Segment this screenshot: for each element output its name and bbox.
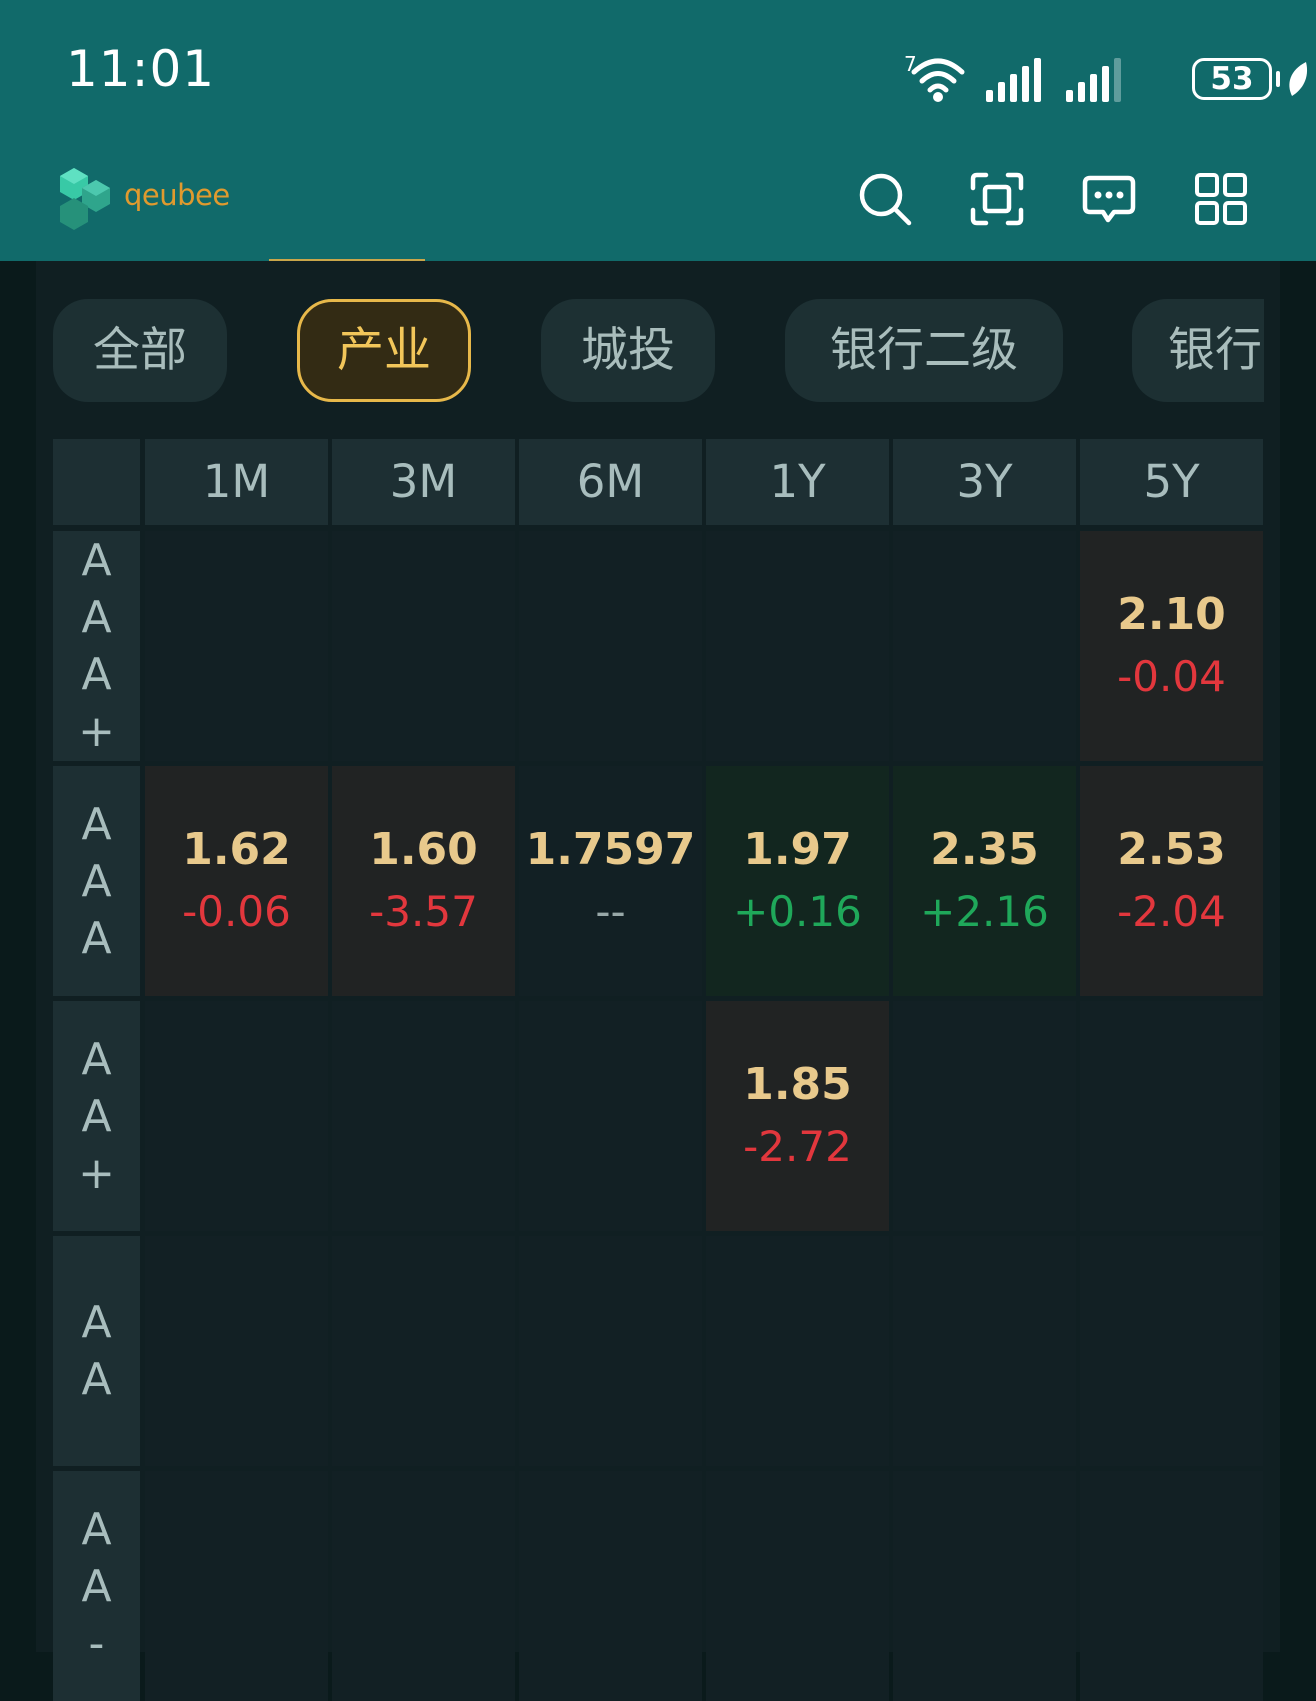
matrix-cell[interactable]: 1.85 -2.72 bbox=[706, 1001, 889, 1231]
matrix-cell[interactable]: 2.35 +2.16 bbox=[893, 766, 1076, 996]
grid-icon[interactable] bbox=[1194, 172, 1248, 226]
cell-change: -2.72 bbox=[743, 1122, 852, 1171]
cell-value: 1.60 bbox=[369, 824, 478, 875]
cell-value: 1.62 bbox=[182, 824, 291, 875]
matrix-cell bbox=[893, 1001, 1076, 1231]
signal-1-icon bbox=[986, 58, 1041, 102]
row-label-aaa: A A A bbox=[53, 766, 140, 996]
matrix-cell bbox=[332, 1236, 515, 1466]
matrix-cell[interactable]: 1.60 -3.57 bbox=[332, 766, 515, 996]
col-header-6m: 6M bbox=[519, 439, 702, 525]
cell-change: -2.04 bbox=[1117, 887, 1226, 936]
search-icon[interactable] bbox=[858, 172, 912, 226]
col-header-5y: 5Y bbox=[1080, 439, 1263, 525]
row-label-aaa-plus: A A A + bbox=[53, 531, 140, 761]
matrix-cell bbox=[519, 531, 702, 761]
battery-nub bbox=[1276, 71, 1280, 87]
matrix-cell bbox=[519, 1471, 702, 1701]
matrix-corner bbox=[53, 439, 140, 525]
row-label-aa-minus: A A - bbox=[53, 1471, 140, 1701]
row-label-text: A A - bbox=[81, 1503, 112, 1669]
status-time: 11:01 bbox=[66, 40, 216, 98]
matrix-cell[interactable]: 2.53 -2.04 bbox=[1080, 766, 1263, 996]
matrix-cell bbox=[706, 531, 889, 761]
chip-bank-tier2[interactable]: 银行二级 bbox=[785, 299, 1063, 402]
matrix-cell bbox=[893, 1236, 1076, 1466]
message-icon[interactable] bbox=[1082, 172, 1136, 226]
matrix-cell bbox=[332, 1001, 515, 1231]
chip-bank[interactable]: 银行 bbox=[1132, 299, 1264, 402]
row-label-aa: A A bbox=[53, 1236, 140, 1466]
qeubee-logo-icon bbox=[60, 168, 110, 230]
cell-change: +2.16 bbox=[920, 887, 1049, 936]
matrix-cell bbox=[145, 1236, 328, 1466]
matrix-cell bbox=[893, 531, 1076, 761]
matrix-cell bbox=[332, 1471, 515, 1701]
cell-change: +0.16 bbox=[733, 887, 862, 936]
logo-text: qeubee bbox=[124, 178, 230, 212]
wifi-icon bbox=[911, 58, 965, 102]
cell-value: 1.97 bbox=[743, 824, 852, 875]
cell-change: -3.57 bbox=[369, 887, 478, 936]
chip-bank-clip: 银行 bbox=[1132, 299, 1264, 402]
status-icons: 7 53 bbox=[896, 0, 1316, 130]
chip-industry[interactable]: 产业 bbox=[297, 299, 471, 402]
chip-all[interactable]: 全部 bbox=[53, 299, 227, 402]
matrix-cell bbox=[706, 1471, 889, 1701]
leaf-icon bbox=[1289, 62, 1308, 96]
matrix-cell bbox=[145, 1471, 328, 1701]
matrix-cell[interactable]: 2.10 -0.04 bbox=[1080, 531, 1263, 761]
row-label-text: A A bbox=[81, 1297, 112, 1405]
app-header: 11:01 7 53 qeubee bbox=[0, 0, 1316, 261]
cell-value: 2.10 bbox=[1117, 589, 1226, 640]
col-header-1m: 1M bbox=[145, 439, 328, 525]
row-label-aa-plus: A A + bbox=[53, 1001, 140, 1231]
scan-icon[interactable] bbox=[970, 172, 1024, 226]
cell-value: 1.85 bbox=[743, 1059, 852, 1110]
matrix-cell bbox=[519, 1001, 702, 1231]
matrix-cell[interactable]: 1.97 +0.16 bbox=[706, 766, 889, 996]
matrix-cell bbox=[1080, 1236, 1263, 1466]
cell-value: 2.53 bbox=[1117, 824, 1226, 875]
matrix-cell bbox=[706, 1236, 889, 1466]
matrix-cell bbox=[519, 1236, 702, 1466]
row-label-text: A A A bbox=[81, 798, 112, 964]
col-header-3y: 3Y bbox=[893, 439, 1076, 525]
row-label-text: A A + bbox=[78, 1033, 115, 1199]
matrix-cell bbox=[145, 1001, 328, 1231]
cell-change: -- bbox=[595, 887, 626, 936]
cell-value: 1.7597 bbox=[525, 824, 696, 875]
matrix-cell bbox=[1080, 1471, 1263, 1701]
cell-change: -0.06 bbox=[182, 887, 291, 936]
chip-urban-investment[interactable]: 城投 bbox=[541, 299, 715, 402]
signal-2-icon bbox=[1066, 58, 1121, 102]
matrix-cell bbox=[893, 1471, 1076, 1701]
cell-change: -0.04 bbox=[1117, 652, 1226, 701]
cell-value: 2.35 bbox=[930, 824, 1039, 875]
matrix-cell[interactable]: 1.62 -0.06 bbox=[145, 766, 328, 996]
matrix-cell bbox=[332, 531, 515, 761]
matrix-cell bbox=[1080, 1001, 1263, 1231]
battery-level: 53 bbox=[1192, 58, 1272, 100]
row-label-text: A A A + bbox=[78, 535, 115, 757]
matrix-cell bbox=[145, 531, 328, 761]
col-header-3m: 3M bbox=[332, 439, 515, 525]
col-header-1y: 1Y bbox=[706, 439, 889, 525]
matrix-cell[interactable]: 1.7597 -- bbox=[519, 766, 702, 996]
